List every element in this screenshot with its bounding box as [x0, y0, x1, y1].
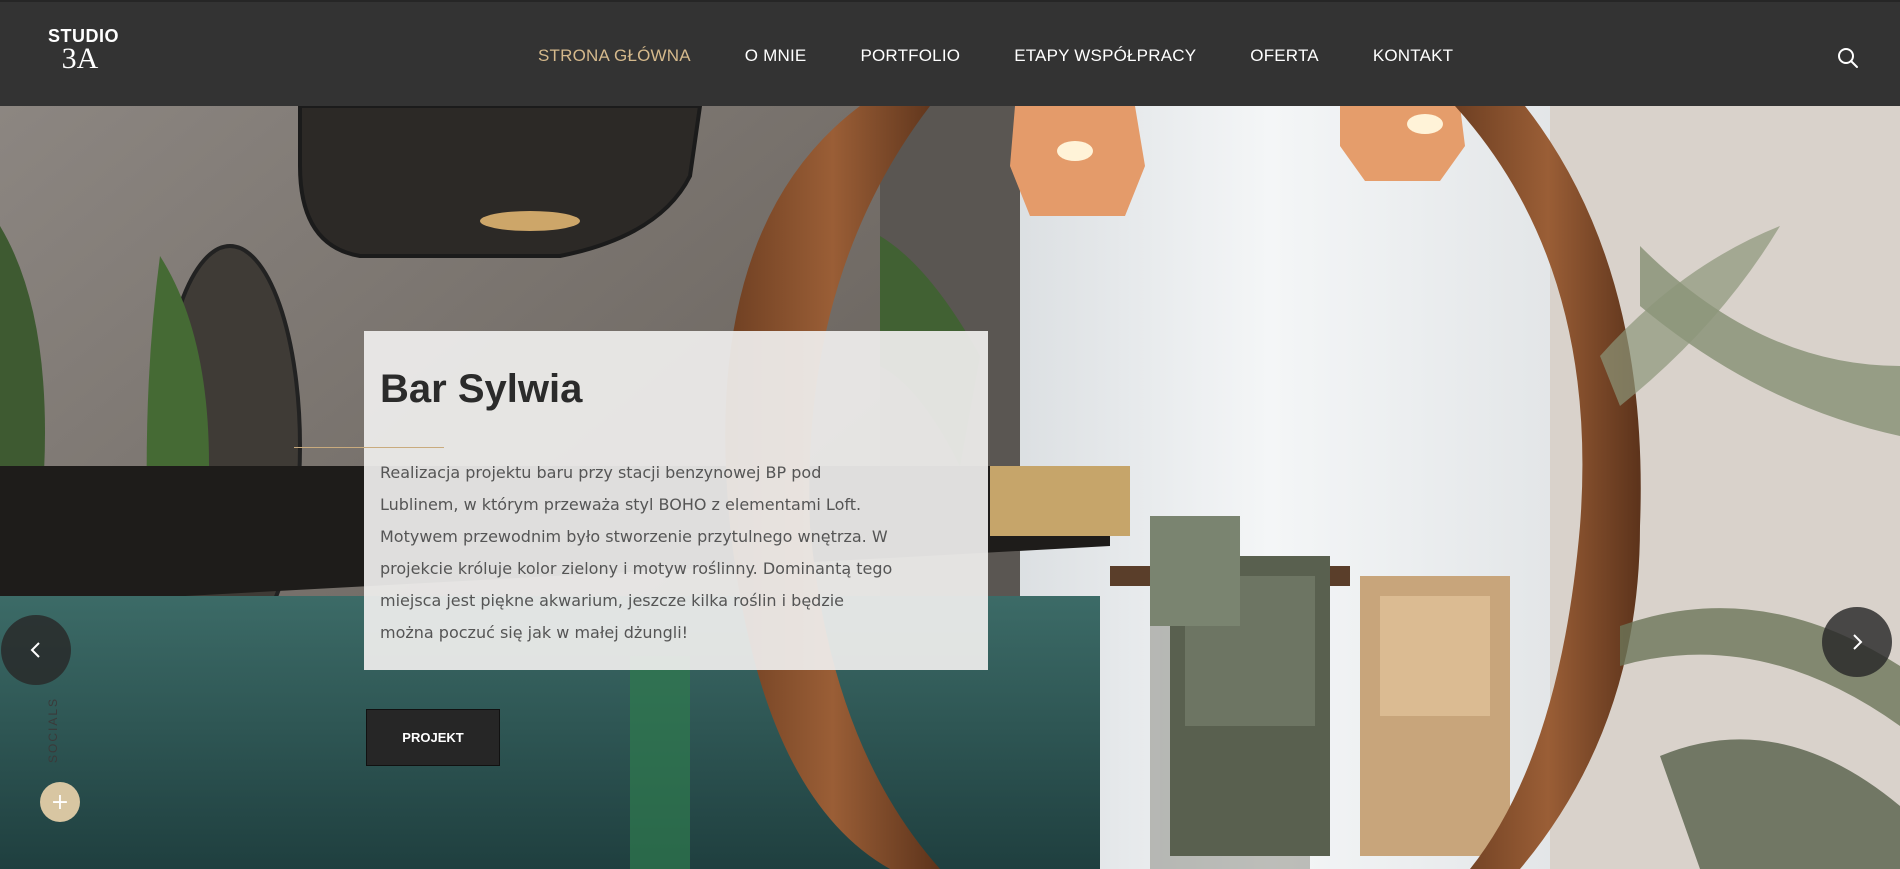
socials-label: SOCIALS [46, 696, 60, 763]
nav-item-o-mnie[interactable]: O MNIE [745, 46, 807, 66]
studio-logo[interactable]: STUDIO 3A [48, 26, 119, 78]
decorative-divider [294, 447, 444, 448]
site-header: STUDIO 3A STRONA GŁÓWNA O MNIE PORTFOLIO… [0, 0, 1900, 106]
nav-item-oferta[interactable]: OFERTA [1250, 46, 1319, 66]
nav-item-strona-glowna[interactable]: STRONA GŁÓWNA [538, 46, 691, 66]
slider-next-button[interactable] [1822, 607, 1892, 677]
nav-item-etapy-wspolpracy[interactable]: ETAPY WSPÓŁPRACY [1014, 46, 1196, 66]
slide-card: Bar Sylwia Realizacja projektu baru przy… [364, 331, 988, 670]
slide-description: Realizacja projektu baru przy stacji ben… [380, 463, 893, 642]
chevron-left-icon [30, 642, 40, 658]
logo-line2: 3A [61, 42, 99, 75]
slider-prev-button[interactable] [1, 615, 71, 685]
projekt-button[interactable]: PROJEKT [366, 709, 500, 766]
plus-icon[interactable]: + [40, 782, 80, 822]
search-icon[interactable] [1836, 46, 1860, 70]
nav-item-portfolio[interactable]: PORTFOLIO [860, 46, 960, 66]
main-nav: STRONA GŁÓWNA O MNIE PORTFOLIO ETAPY WSP… [538, 46, 1507, 66]
nav-item-kontakt[interactable]: KONTAKT [1373, 46, 1453, 66]
chevron-right-icon [1853, 634, 1863, 650]
slide-title: Bar Sylwia [380, 367, 583, 411]
